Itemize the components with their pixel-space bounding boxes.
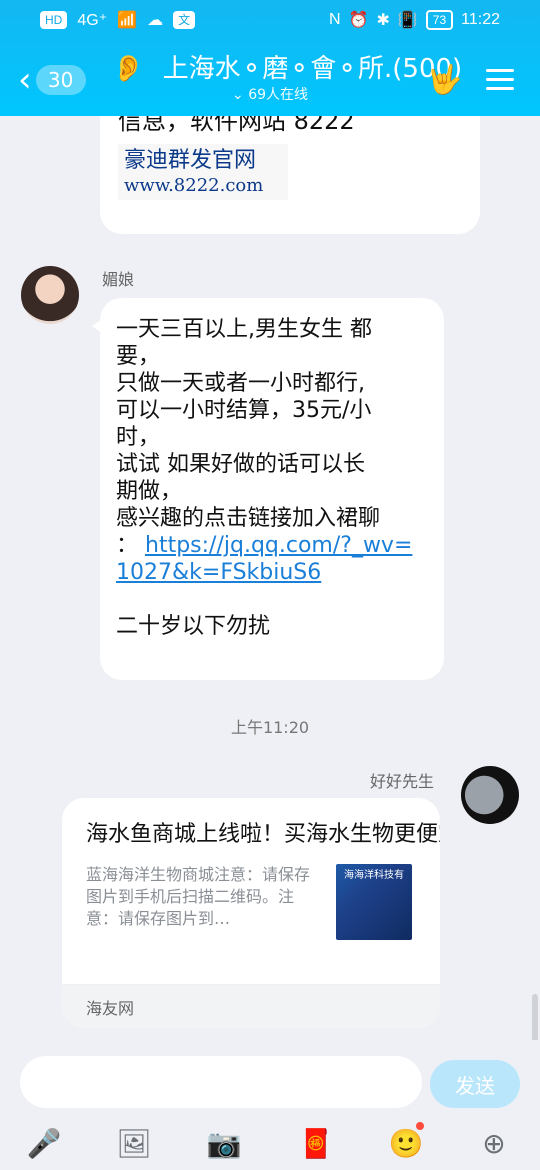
message-line: ： https://jq.qq.com/?_wv= [116, 533, 413, 558]
ad-image[interactable]: 豪迪群发官网 www.8222.com [118, 144, 288, 200]
message-line: 试试 如果好做的话可以长 [116, 452, 365, 477]
notification-dot [416, 1122, 424, 1130]
message-line: 要， [116, 344, 161, 369]
status-left: HD 4G⁺ 📶 ☁ 文 [40, 10, 196, 30]
chevron-left-icon: ‹ [18, 60, 32, 100]
input-toolbar: 🎤 🖼 📷 🧧 🙂 ⊕ [0, 1120, 540, 1166]
image-icon[interactable]: 🖼 [110, 1120, 158, 1166]
hand-icon[interactable]: 🤟 [427, 63, 462, 96]
message-bubble: 一天三百以上,男生女生 都 要， 只做一天或者一小时都行, 可以一小时结算，35… [100, 298, 444, 680]
time-divider: 上午11:20 [230, 718, 310, 737]
chat-list[interactable]: 信息，软件网站 8222 豪迪群发官网 www.8222.com 媚娘 一天三百… [0, 116, 540, 1040]
microphone-icon[interactable]: 🎤 [20, 1120, 68, 1166]
cloud-icon: ☁ [147, 12, 164, 29]
ad-image-title: 豪迪群发官网 [124, 148, 257, 173]
previous-message-bubble: 信息，软件网站 8222 豪迪群发官网 www.8222.com [100, 116, 480, 234]
red-packet-icon[interactable]: 🧧 [292, 1120, 340, 1166]
nfc-icon: N [328, 11, 341, 28]
alarm-icon: ⏰ [348, 12, 369, 29]
input-bar: 发送 🎤 🖼 📷 🧧 🙂 ⊕ [0, 1040, 540, 1170]
message-line: 只做一天或者一小时都行, [116, 371, 365, 396]
chat-header: ‹ 30 👂 上海水⚬磨⚬會⚬所.(500) ⌄ 69人在线 🤟 [0, 45, 540, 110]
battery-indicator: 73 [425, 10, 454, 30]
avatar[interactable] [461, 766, 519, 824]
plus-icon[interactable]: ⊕ [470, 1120, 518, 1166]
join-group-link[interactable]: https://jq.qq.com/?_wv= [145, 533, 412, 558]
card-thumbnail: 海海洋科技有 [336, 864, 412, 940]
clock: 11:22 [461, 11, 500, 28]
message-line: 期做， [116, 479, 183, 504]
signal-icon: 📶 [117, 12, 138, 29]
menu-icon[interactable] [486, 63, 514, 96]
sender-name: 好好先生 [369, 772, 434, 791]
message-spacer [116, 586, 428, 613]
message-line: 时， [116, 425, 161, 450]
avatar[interactable] [21, 266, 79, 324]
back-button[interactable]: ‹ 30 [18, 60, 102, 100]
chat-title-area[interactable]: 👂 上海水⚬磨⚬會⚬所.(500) ⌄ 69人在线 [112, 53, 462, 105]
camera-icon[interactable]: 📷 [200, 1120, 248, 1166]
send-button[interactable]: 发送 [430, 1060, 520, 1108]
online-count: ⌄ 69人在线 [232, 87, 309, 103]
top-bar: HD 4G⁺ 📶 ☁ 文 N ⏰ ✱ 📳 73 11:22 ‹ 30 👂 上海水… [0, 0, 540, 116]
ear-icon: 👂 [112, 54, 145, 84]
ad-image-url: www.8222.com [124, 175, 264, 196]
message-line: 二十岁以下勿扰 [116, 614, 271, 639]
hd-badge: HD [40, 11, 68, 29]
chat-title: 👂 上海水⚬磨⚬會⚬所.(500) [112, 53, 462, 85]
unread-count: 30 [35, 65, 86, 95]
bluetooth-icon: ✱ [376, 12, 390, 29]
join-group-link-cont[interactable]: 1027&k=FSkbiuS6 [116, 559, 428, 586]
emoji-icon[interactable]: 🙂 [382, 1120, 430, 1166]
card-description: 蓝海海洋生物商城注意：请保存图片到手机后扫描二维码。注意：请保存图片到… [86, 865, 311, 928]
translate-icon: 文 [173, 11, 196, 29]
message-line: 可以一小时结算，35元/小 [116, 398, 372, 423]
sender-name: 媚娘 [102, 270, 135, 289]
message-line: 一天三百以上,男生女生 都 [116, 317, 372, 342]
chevron-down-icon: ⌄ [232, 87, 244, 103]
message-input[interactable] [20, 1056, 422, 1108]
vibrate-icon: 📳 [397, 12, 418, 29]
card-body: 蓝海海洋生物商城注意：请保存图片到手机后扫描二维码。注意：请保存图片到… 海海洋… [62, 850, 440, 940]
card-thumbnail-text: 海海洋科技有 [344, 870, 404, 881]
card-source: 海友网 [62, 984, 440, 1028]
status-right: N ⏰ ✱ 📳 73 11:22 [329, 10, 500, 30]
scrollbar[interactable] [532, 994, 538, 1040]
message-line: 感兴趣的点击链接加入裙聊 [116, 506, 381, 531]
status-bar: HD 4G⁺ 📶 ☁ 文 N ⏰ ✱ 📳 73 11:22 [0, 0, 540, 40]
shared-link-card[interactable]: 海水鱼商城上线啦！买海水生物更便宜、更便捷… 蓝海海洋生物商城注意：请保存图片到… [62, 798, 440, 1028]
group-name: 上海水⚬磨⚬會⚬所.(500) [162, 54, 463, 84]
card-title: 海水鱼商城上线啦！买海水生物更便宜、更便捷… [86, 822, 440, 847]
network-icon: 4G⁺ [77, 12, 108, 29]
previous-message-text: 信息，软件网站 8222 [118, 116, 355, 135]
